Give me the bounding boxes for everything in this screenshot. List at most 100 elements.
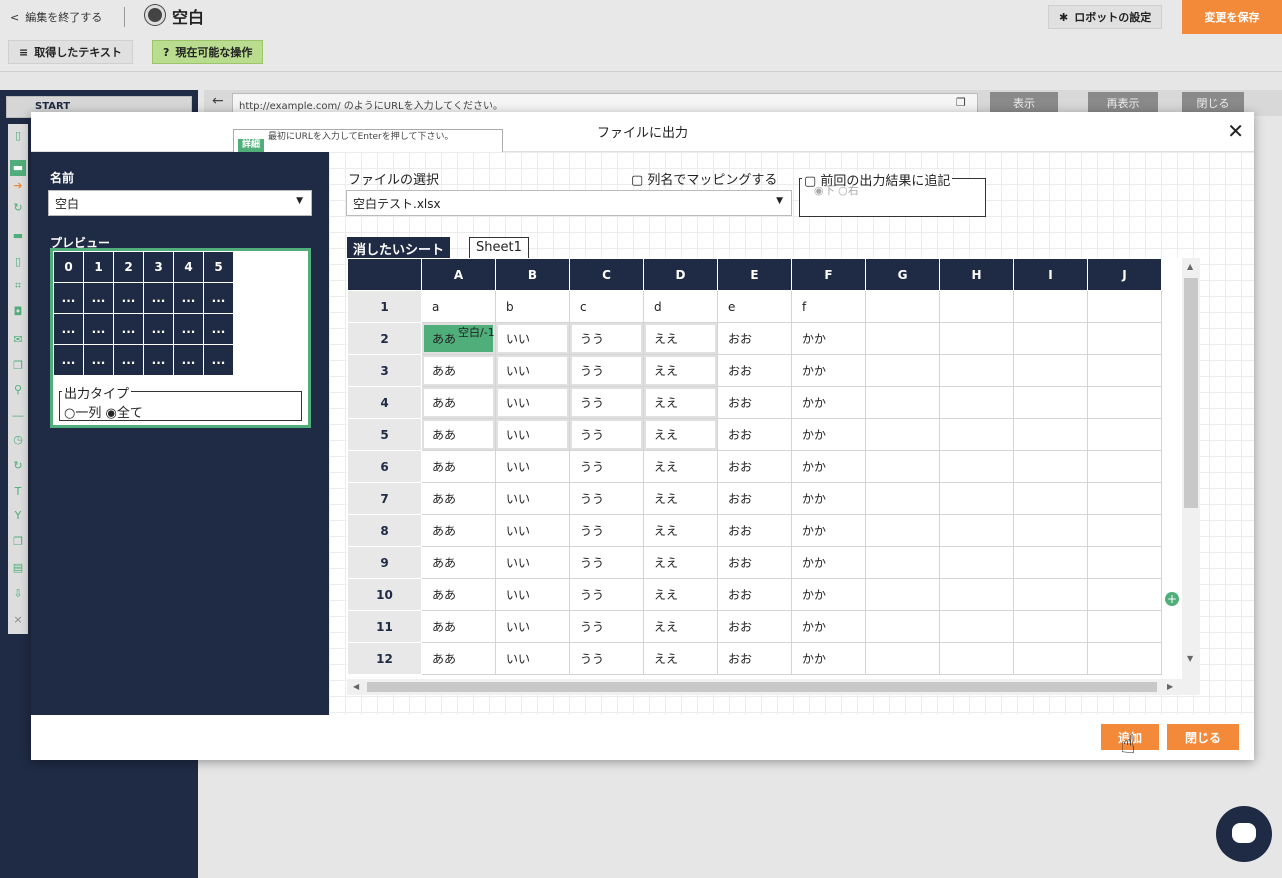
search-step-icon[interactable]: ⚲	[10, 382, 26, 398]
table-cell[interactable]: かか	[791, 642, 866, 675]
table-cell[interactable]: かか	[791, 546, 866, 579]
show-button[interactable]: 表示	[990, 92, 1058, 114]
table-cell[interactable]	[1087, 386, 1162, 419]
scroll-right-icon[interactable]: ▶	[1167, 682, 1173, 691]
table-cell[interactable]	[865, 450, 940, 483]
table-cell[interactable]: おお	[717, 354, 792, 387]
table-cell[interactable]: いい	[495, 514, 570, 547]
table-cell[interactable]	[1087, 610, 1162, 643]
table-cell[interactable]: ああ	[421, 546, 496, 579]
column-header[interactable]: F	[791, 258, 866, 291]
name-select[interactable]: 空白 ▼	[48, 190, 312, 216]
close-page-button[interactable]: 閉じる	[1182, 92, 1244, 114]
table-cell[interactable]: いい	[495, 642, 570, 675]
table-cell[interactable]	[939, 578, 1014, 611]
copy-step-icon[interactable]: ❐	[10, 534, 26, 550]
table-cell[interactable]	[939, 546, 1014, 579]
table-cell[interactable]: かか	[791, 354, 866, 387]
page-step-icon[interactable]: ▯	[10, 128, 26, 144]
table-cell[interactable]: うう	[569, 578, 644, 611]
table-cell[interactable]: おお	[717, 482, 792, 515]
table-cell[interactable]	[939, 610, 1014, 643]
table-cell[interactable]: ああ	[421, 354, 496, 387]
table-cell[interactable]: ああ	[421, 482, 496, 515]
table-cell[interactable]: いい	[495, 386, 570, 419]
output-step-icon[interactable]: ▬	[10, 160, 26, 176]
table-cell[interactable]	[865, 290, 940, 323]
refresh-step-icon[interactable]: ↻	[10, 458, 26, 474]
column-header[interactable]: A	[421, 258, 496, 291]
table-cell[interactable]: おお	[717, 578, 792, 611]
table-cell[interactable]	[1013, 610, 1088, 643]
refresh-step-icon[interactable]: ↻	[10, 200, 26, 216]
table-cell[interactable]	[865, 578, 940, 611]
table-cell[interactable]: ああ	[421, 642, 496, 675]
table-cell[interactable]: ええ	[643, 450, 718, 483]
table-cell[interactable]	[865, 386, 940, 419]
table-cell[interactable]: ああ	[421, 386, 496, 419]
timer-step-icon[interactable]: ◷	[10, 432, 26, 448]
table-cell[interactable]: ええ	[643, 418, 718, 451]
table-cell[interactable]	[939, 354, 1014, 387]
table-cell[interactable]	[865, 322, 940, 355]
table-cell[interactable]: おお	[717, 642, 792, 675]
table-cell[interactable]: おお	[717, 610, 792, 643]
row-header[interactable]: 12	[347, 642, 422, 675]
table-cell[interactable]: いい	[495, 546, 570, 579]
table-cell[interactable]: いい	[495, 610, 570, 643]
table-cell[interactable]	[939, 514, 1014, 547]
table-cell[interactable]	[865, 642, 940, 675]
add-column-plus-icon[interactable]: +	[1165, 592, 1179, 606]
tab-sheet-delete[interactable]: 消したいシート	[347, 237, 451, 259]
table-cell[interactable]: かか	[791, 482, 866, 515]
table-cell[interactable]	[1013, 578, 1088, 611]
table-cell[interactable]: おお	[717, 386, 792, 419]
column-header[interactable]: H	[939, 258, 1014, 291]
gallery-step-icon[interactable]: ▤	[10, 560, 26, 576]
table-cell[interactable]: おお	[717, 546, 792, 579]
row-header[interactable]: 5	[347, 418, 422, 451]
table-cell[interactable]: ええ	[643, 642, 718, 675]
table-cell[interactable]: a	[421, 290, 496, 323]
table-cell[interactable]	[865, 514, 940, 547]
table-cell[interactable]	[939, 642, 1014, 675]
map-by-column-checkbox[interactable]: ▢ 列名でマッピングする	[631, 169, 777, 188]
table-cell[interactable]	[1087, 354, 1162, 387]
table-cell[interactable]: うう	[569, 546, 644, 579]
table-cell[interactable]	[865, 482, 940, 515]
table-cell[interactable]	[1013, 354, 1088, 387]
table-cell[interactable]: かか	[791, 322, 866, 355]
table-cell[interactable]	[939, 322, 1014, 355]
table-cell[interactable]	[1013, 450, 1088, 483]
table-cell[interactable]: ええ	[643, 482, 718, 515]
table-cell[interactable]: いい	[495, 450, 570, 483]
table-cell[interactable]: うう	[569, 450, 644, 483]
table-cell[interactable]: うう	[569, 386, 644, 419]
available-operations-button[interactable]: ? 現在可能な操作	[152, 40, 264, 64]
table-cell[interactable]	[939, 418, 1014, 451]
copy-icon[interactable]: ❐	[956, 96, 966, 109]
table-cell[interactable]: かか	[791, 514, 866, 547]
scroll-left-icon[interactable]: ◀	[353, 682, 359, 691]
table-cell[interactable]: ええ	[643, 578, 718, 611]
table-cell[interactable]: ああ	[421, 514, 496, 547]
row-header[interactable]: 8	[347, 514, 422, 547]
delete-step-icon[interactable]: ×	[10, 612, 26, 628]
table-cell[interactable]	[865, 354, 940, 387]
table-cell[interactable]: おお	[717, 418, 792, 451]
append-direction-radios[interactable]: ◉下 ○右	[814, 182, 859, 198]
dialog-close-button[interactable]: 閉じる	[1167, 724, 1239, 750]
scroll-down-icon[interactable]: ▼	[1187, 654, 1193, 663]
table-cell[interactable]	[1087, 578, 1162, 611]
details-badge[interactable]: 詳細	[238, 139, 265, 153]
table-cell[interactable]: ああ	[421, 418, 496, 451]
table-cell[interactable]: うう	[569, 642, 644, 675]
table-cell[interactable]	[865, 610, 940, 643]
mail-step-icon[interactable]: ✉	[10, 332, 26, 348]
table-cell[interactable]: いい	[495, 354, 570, 387]
exit-edit-button[interactable]: < 編集を終了する	[10, 9, 102, 25]
table-cell[interactable]: ああ	[421, 610, 496, 643]
table-cell[interactable]	[1013, 290, 1088, 323]
table-cell[interactable]: ええ	[643, 546, 718, 579]
vertical-scrollbar[interactable]: ▲ ▼	[1182, 258, 1200, 679]
